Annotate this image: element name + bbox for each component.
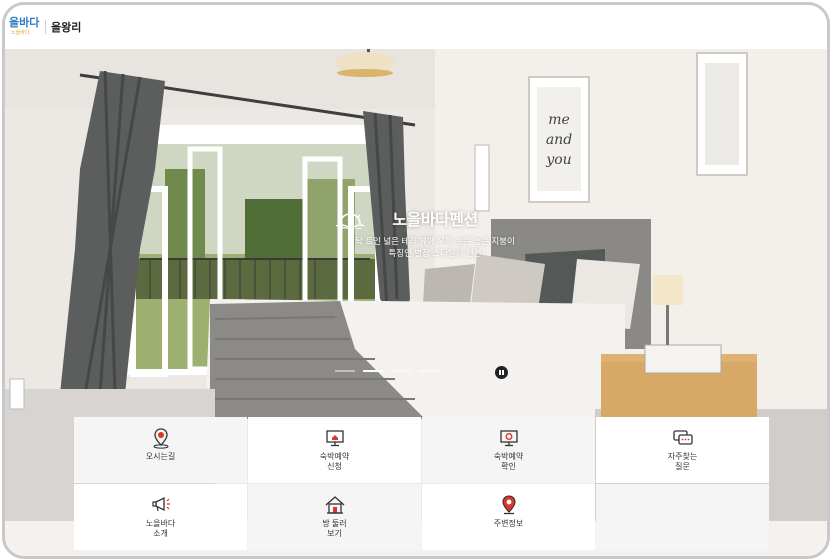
menu-label: 노을바다 소개 bbox=[145, 519, 176, 538]
check-monitor-icon bbox=[499, 430, 518, 447]
menu-label: 숙박예약 신청 bbox=[319, 452, 350, 471]
header-divider bbox=[45, 20, 46, 34]
top-header: 을바다 노을바다 을왕리 bbox=[5, 5, 827, 49]
slide-dot-active[interactable] bbox=[363, 370, 383, 372]
hero-description-line2: 특징인 별장 스타일의 펜션 bbox=[388, 248, 482, 258]
svg-text:you: you bbox=[545, 152, 571, 168]
slide-dot[interactable] bbox=[419, 370, 439, 372]
slide-dot[interactable] bbox=[391, 370, 411, 372]
logo-text: 을바다 bbox=[9, 17, 40, 29]
site-title[interactable]: 을왕리 bbox=[51, 19, 81, 35]
chat-bubble-icon bbox=[672, 430, 693, 445]
svg-text:and: and bbox=[546, 132, 572, 148]
menu-label: 방 둘러 보기 bbox=[322, 519, 347, 538]
menu-booking-check[interactable]: 숙박예약 확인 bbox=[422, 417, 595, 483]
menu-room-tour[interactable]: 방 둘러 보기 bbox=[248, 484, 421, 550]
map-pin-icon bbox=[153, 428, 168, 449]
menu-label: 주변정보 bbox=[493, 519, 524, 528]
menu-nearby-info[interactable]: 주변정보 bbox=[422, 484, 595, 550]
menu-label: 오시는길 bbox=[145, 452, 176, 461]
menu-about[interactable]: 노을바다 소개 bbox=[74, 484, 247, 550]
pause-button[interactable] bbox=[495, 366, 508, 379]
menu-faq[interactable]: 자주찾는 질문 bbox=[596, 417, 769, 483]
menu-directions[interactable]: 오시는길 bbox=[74, 417, 247, 483]
sunset-icon bbox=[335, 211, 365, 229]
logo-subtext: 노을바다 bbox=[11, 30, 30, 36]
hero-title: 노을바다펜션 bbox=[392, 212, 478, 229]
home-monitor-icon bbox=[325, 430, 344, 447]
megaphone-icon bbox=[151, 496, 170, 512]
menu-label: 숙박예약 확인 bbox=[493, 452, 524, 471]
quick-menu: 오시는길 숙박예약 신청 숙박예약 확인 자주찾는 질문 노을바다 소개 방 둘… bbox=[74, 417, 770, 551]
hero-description: 탁 트인 넓은 테라 뷰에 우뚝 솟은 높은 지붕이 특징인 별장 스타일의 펜… bbox=[335, 235, 535, 259]
site-logo[interactable]: 을바다 노을바다 bbox=[9, 17, 39, 39]
hero-description-line1: 탁 트인 넓은 테라 뷰에 우뚝 솟은 높은 지붕이 bbox=[355, 236, 515, 246]
browser-frame: 을바다 노을바다 을왕리 me and you 노을바다펜션 탁 트인 넓은 테… bbox=[2, 2, 830, 559]
location-pin-icon bbox=[501, 495, 516, 515]
house-icon bbox=[325, 496, 344, 514]
hero-caption: 노을바다펜션 탁 트인 넓은 테라 뷰에 우뚝 솟은 높은 지붕이 특징인 별장… bbox=[335, 211, 535, 259]
svg-text:me: me bbox=[548, 112, 570, 128]
menu-booking-request[interactable]: 숙박예약 신청 bbox=[248, 417, 421, 483]
menu-label: 자주찾는 질문 bbox=[667, 452, 698, 471]
slide-dot[interactable] bbox=[335, 370, 355, 372]
menu-empty-cell bbox=[596, 484, 769, 550]
